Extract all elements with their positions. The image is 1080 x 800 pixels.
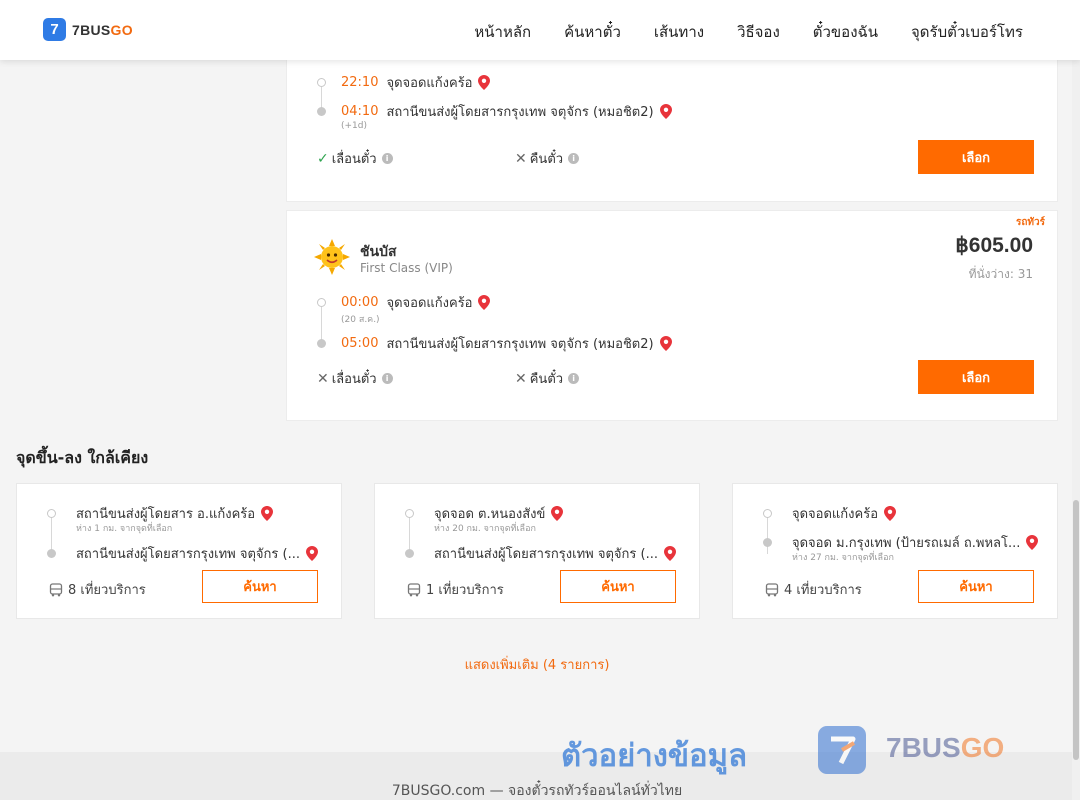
departure-dot-icon: [317, 298, 326, 307]
watermark-logo-icon: [818, 726, 866, 774]
bus-type-tag: รถทัวร์: [1015, 217, 1045, 228]
nav-my-tickets[interactable]: ตั๋วของฉัน: [813, 20, 878, 44]
arrival-dot-icon: [317, 107, 326, 116]
nearby-route-card: จุดจอดแก้งคร้อ จุดจอด ม.กรุงเทพ (ป้ายรถเ…: [732, 483, 1058, 619]
to-dot-icon: [763, 538, 772, 547]
nav-home[interactable]: หน้าหลัก: [474, 20, 531, 44]
from-dot-icon: [405, 509, 414, 518]
arrival-time: 05:00: [341, 336, 379, 351]
refund-policy: ✕ คืนตั๋ว i: [515, 368, 580, 389]
top-header: 7 7BUSGO หน้าหลัก ค้นหาตั๋ว เส้นทาง วิธี…: [0, 0, 1080, 60]
search-button[interactable]: ค้นหา: [202, 570, 318, 603]
nearby-to: สถานีขนส่งผู้โดยสารกรุงเทพ จตุจักร (...: [405, 543, 676, 564]
trip-card: 22:10 จุดจอดแก้งคร้อ 04:10 สถานีขนส่งผู้…: [286, 60, 1058, 202]
seats-available: ที่นั่งว่าง: 31: [968, 267, 1033, 281]
company-sun-logo-icon: [314, 239, 350, 275]
arrival-time: 04:10: [341, 104, 379, 119]
nearby-route-card: สถานีขนส่งผู้โดยสาร อ.แก้งคร้อ ห่าง 1 กม…: [16, 483, 342, 619]
refund-label: คืนตั๋ว: [529, 372, 564, 387]
from-dot-icon: [47, 509, 56, 518]
map-pin-icon[interactable]: [261, 506, 274, 521]
ticket-price: ฿605.00: [955, 234, 1033, 257]
reschedule-policy: ✓ เลื่อนตั๋ว i: [317, 148, 393, 169]
nav-ticket-pickup[interactable]: จุดรับตั๋วเบอร์โทร: [911, 20, 1023, 44]
nav-routes[interactable]: เส้นทาง: [654, 20, 704, 44]
bus-icon: [765, 582, 779, 596]
bus-icon: [407, 582, 421, 596]
select-trip-button[interactable]: เลือก: [918, 360, 1034, 394]
show-more-link[interactable]: แสดงเพิ่มเติม (4 รายการ): [0, 654, 1074, 675]
to-place: สถานีขนส่งผู้โดยสารกรุงเทพ จตุจักร (...: [434, 547, 658, 562]
map-pin-icon[interactable]: [478, 295, 491, 310]
departure-dot-icon: [317, 78, 326, 87]
main-nav: หน้าหลัก ค้นหาตั๋ว เส้นทาง วิธีจอง ตั๋วข…: [474, 20, 1023, 44]
to-distance: ห่าง 27 กม. จากจุดที่เลือก: [792, 553, 894, 563]
to-place: สถานีขนส่งผู้โดยสารกรุงเทพ จตุจักร (...: [76, 547, 300, 562]
map-pin-icon[interactable]: [663, 546, 676, 561]
arrival-stop: 04:10 สถานีขนส่งผู้โดยสารกรุงเทพ จตุจักร…: [317, 101, 672, 122]
departure-place: จุดจอดแก้งคร้อ: [386, 296, 473, 311]
logo-text: 7BUSGO: [72, 21, 133, 38]
bus-class: First Class (VIP): [360, 261, 453, 275]
from-distance: ห่าง 1 กม. จากจุดที่เลือก: [76, 524, 173, 534]
bus-icon: [49, 582, 63, 596]
to-dot-icon: [47, 549, 56, 558]
trip-count: 1 เที่ยวบริการ: [407, 579, 504, 600]
nav-how-to-book[interactable]: วิธีจอง: [737, 20, 780, 44]
logo-mark-icon: 7: [43, 18, 66, 41]
arrival-next-day-note: (+1d): [341, 121, 368, 131]
info-icon[interactable]: i: [381, 373, 393, 384]
cross-icon: ✕: [515, 150, 527, 167]
check-icon: ✓: [317, 150, 329, 167]
map-pin-icon[interactable]: [305, 546, 318, 561]
map-pin-icon[interactable]: [659, 336, 672, 351]
footer-text: 7BUSGO.com — จองตั๋วรถทัวร์ออนไลน์ทั่วไท…: [391, 783, 683, 799]
map-pin-icon[interactable]: [659, 104, 672, 119]
departure-stop: 00:00 จุดจอดแก้งคร้อ: [317, 292, 491, 313]
refund-policy: ✕ คืนตั๋ว i: [515, 148, 580, 169]
arrival-place: สถานีขนส่งผู้โดยสารกรุงเทพ จตุจักร (หมอช…: [386, 337, 654, 352]
cross-icon: ✕: [515, 370, 527, 387]
cross-icon: ✕: [317, 370, 329, 387]
nearby-to: สถานีขนส่งผู้โดยสารกรุงเทพ จตุจักร (...: [47, 543, 318, 564]
arrival-dot-icon: [317, 339, 326, 348]
search-button[interactable]: ค้นหา: [560, 570, 676, 603]
trip-count: 4 เที่ยวบริการ: [765, 579, 862, 600]
reschedule-label: เลื่อนตั๋ว: [331, 372, 377, 387]
trip-count: 8 เที่ยวบริการ: [49, 579, 146, 600]
from-place: จุดจอดแก้งคร้อ: [792, 507, 879, 522]
departure-time: 22:10: [341, 75, 379, 90]
to-dot-icon: [405, 549, 414, 558]
nearby-route-card: จุดจอด ต.หนองสังข์ ห่าง 20 กม. จากจุดที่…: [374, 483, 700, 619]
departure-date-note: (20 ส.ค.): [341, 315, 380, 325]
select-trip-button[interactable]: เลือก: [918, 140, 1034, 174]
watermark-text: ตัวอย่างข้อมูล: [561, 738, 748, 774]
from-distance: ห่าง 20 กม. จากจุดที่เลือก: [434, 524, 536, 534]
info-icon[interactable]: i: [568, 373, 580, 384]
departure-place: จุดจอดแก้งคร้อ: [386, 76, 473, 91]
site-logo[interactable]: 7 7BUSGO: [43, 18, 133, 41]
trip-card: รถทัวร์ ชันบัส First Class (VIP) ฿605.00…: [286, 210, 1058, 421]
nearby-section-title: จุดขึ้น-ลง ใกล้เคียง: [16, 448, 149, 467]
reschedule-policy: ✕ เลื่อนตั๋ว i: [317, 368, 393, 389]
arrival-stop: 05:00 สถานีขนส่งผู้โดยสารกรุงเทพ จตุจักร…: [317, 333, 672, 354]
map-pin-icon[interactable]: [884, 506, 897, 521]
watermark-brand: 7BUSGO: [886, 732, 1005, 763]
map-pin-icon[interactable]: [551, 506, 564, 521]
info-icon[interactable]: i: [568, 153, 580, 164]
refund-label: คืนตั๋ว: [529, 152, 564, 167]
nav-search-ticket[interactable]: ค้นหาตั๋ว: [564, 20, 621, 44]
scrollbar-thumb[interactable]: [1073, 500, 1079, 760]
company-name: ชันบัส: [360, 244, 397, 260]
reschedule-label: เลื่อนตั๋ว: [331, 152, 377, 167]
map-pin-icon[interactable]: [1026, 535, 1039, 550]
from-dot-icon: [763, 509, 772, 518]
search-button[interactable]: ค้นหา: [918, 570, 1034, 603]
departure-stop: 22:10 จุดจอดแก้งคร้อ: [317, 72, 491, 93]
map-pin-icon[interactable]: [478, 75, 491, 90]
arrival-place: สถานีขนส่งผู้โดยสารกรุงเทพ จตุจักร (หมอช…: [386, 105, 654, 120]
departure-time: 00:00: [341, 295, 379, 310]
info-icon[interactable]: i: [381, 153, 393, 164]
nearby-from: จุดจอดแก้งคร้อ: [763, 503, 897, 524]
